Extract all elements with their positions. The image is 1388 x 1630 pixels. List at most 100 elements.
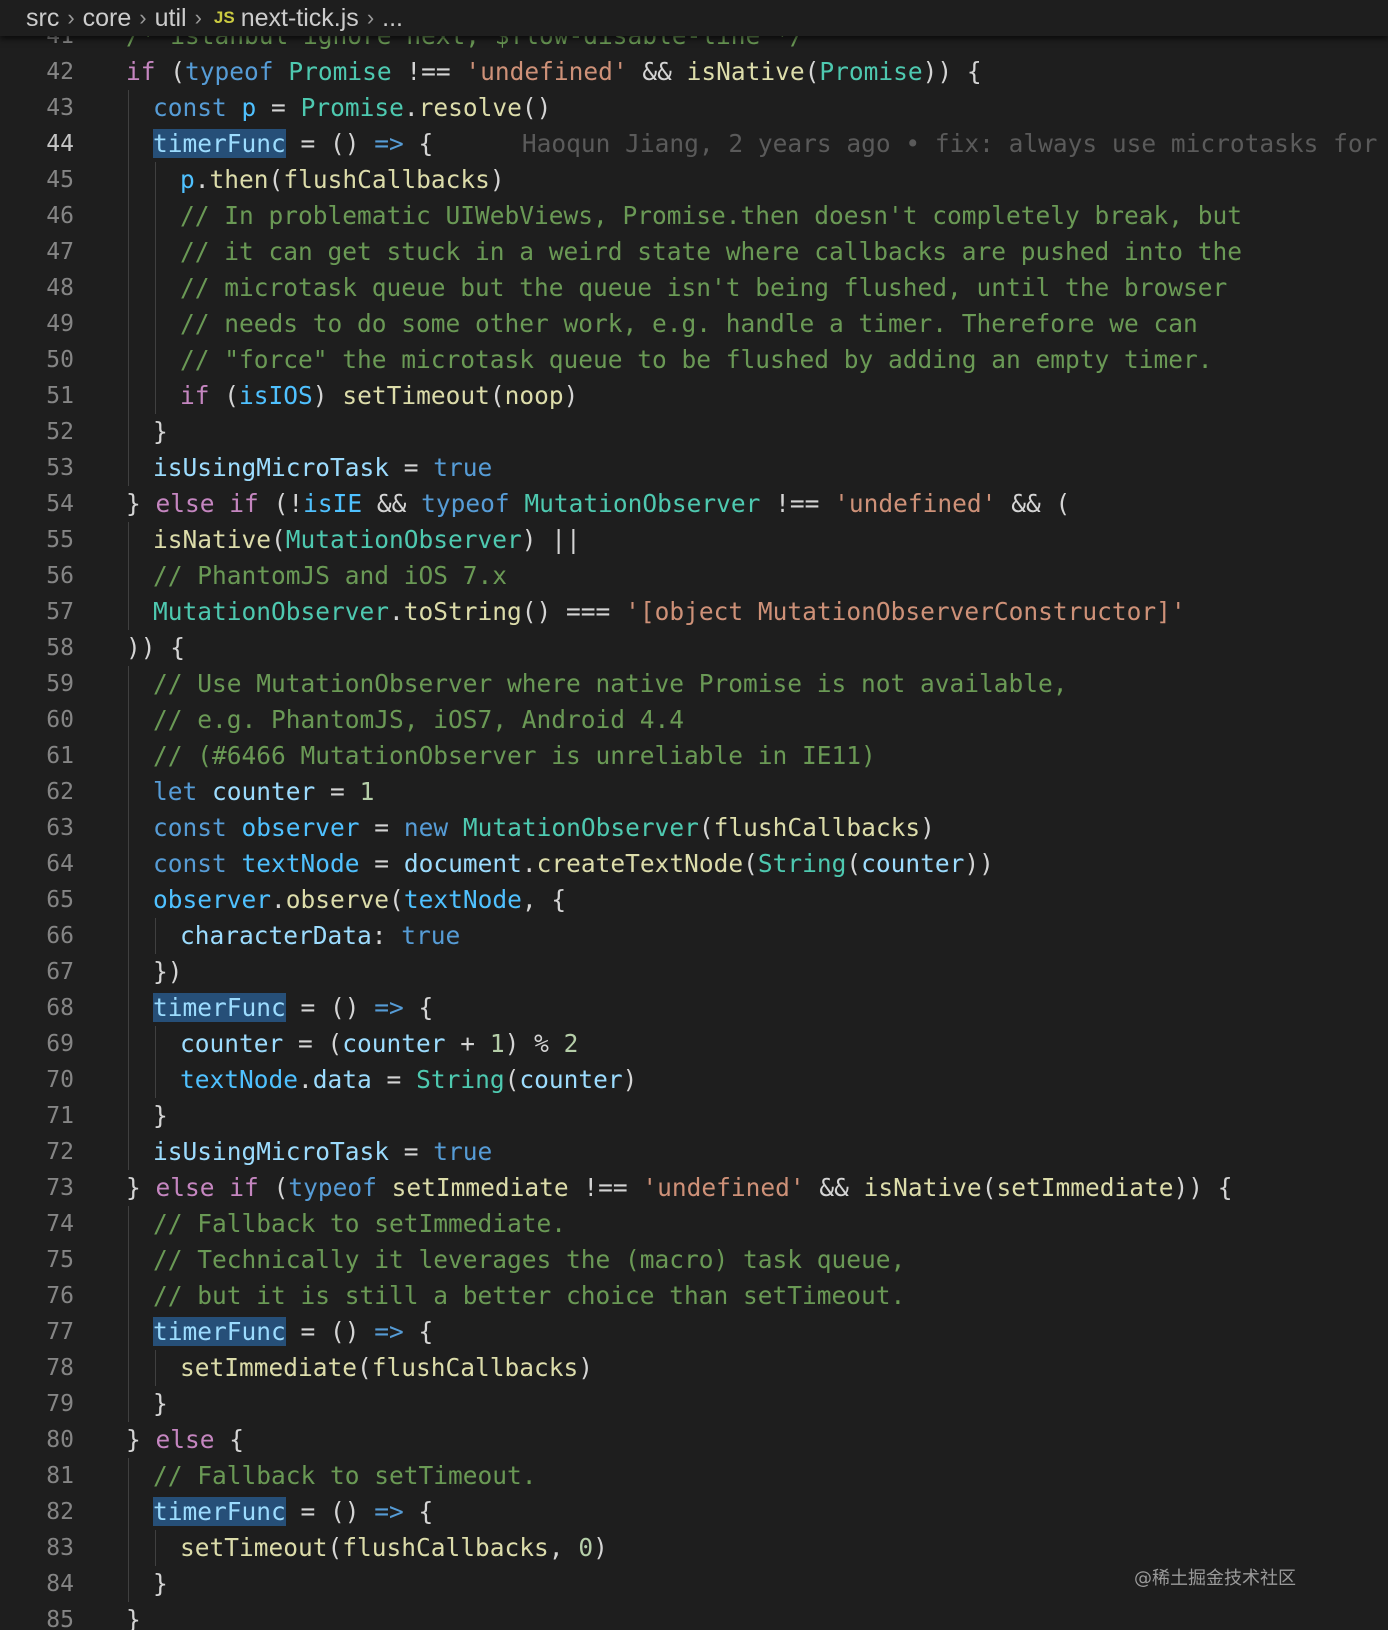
line-number[interactable]: 81 bbox=[0, 1458, 74, 1494]
code-line[interactable]: 63 const observer = new MutationObserver(… bbox=[0, 810, 1388, 846]
code-line[interactable]: 72 isUsingMicroTask = true bbox=[0, 1134, 1388, 1170]
line-number[interactable]: 78 bbox=[0, 1350, 74, 1386]
code-line[interactable]: 46 // In problematic UIWebViews, Promise.… bbox=[0, 198, 1388, 234]
line-number[interactable]: 51 bbox=[0, 378, 74, 414]
line-number[interactable]: 85 bbox=[0, 1602, 74, 1630]
code-line[interactable]: 55 isNative(MutationObserver) || bbox=[0, 522, 1388, 558]
line-number[interactable]: 71 bbox=[0, 1098, 74, 1134]
code-line[interactable]: 56 // PhantomJS and iOS 7.x bbox=[0, 558, 1388, 594]
code-editor[interactable]: 41/* istanbul ignore next, $flow-disable… bbox=[0, 18, 1388, 1630]
breadcrumb-item-util[interactable]: util bbox=[149, 4, 193, 33]
line-number[interactable]: 45 bbox=[0, 162, 74, 198]
line-number[interactable]: 52 bbox=[0, 414, 74, 450]
code-line[interactable]: 79} bbox=[0, 1386, 1388, 1422]
line-number[interactable]: 48 bbox=[0, 270, 74, 306]
code-line[interactable]: 44 timerFunc = () => { Haoqun Jiang, 2 ye… bbox=[0, 126, 1388, 162]
line-number[interactable]: 65 bbox=[0, 882, 74, 918]
breadcrumb-item-file[interactable]: next-tick.js bbox=[241, 4, 365, 33]
code-line[interactable]: 43 const p = Promise.resolve() bbox=[0, 90, 1388, 126]
indent-guide bbox=[128, 162, 129, 198]
line-number[interactable]: 69 bbox=[0, 1026, 74, 1062]
line-number[interactable]: 79 bbox=[0, 1386, 74, 1422]
line-number[interactable]: 76 bbox=[0, 1278, 74, 1314]
code-line[interactable]: 82 timerFunc = () => { bbox=[0, 1494, 1388, 1530]
code-line[interactable]: 85} bbox=[0, 1602, 1388, 1630]
code-line[interactable]: 83 setTimeout(flushCallbacks, 0) bbox=[0, 1530, 1388, 1566]
line-number[interactable]: 67 bbox=[0, 954, 74, 990]
line-number[interactable]: 74 bbox=[0, 1206, 74, 1242]
line-number[interactable]: 72 bbox=[0, 1134, 74, 1170]
line-number[interactable]: 61 bbox=[0, 738, 74, 774]
code-line[interactable]: 76 // but it is still a better choice tha… bbox=[0, 1278, 1388, 1314]
line-number[interactable]: 54 bbox=[0, 486, 74, 522]
breadcrumb-item-symbols[interactable]: ... bbox=[376, 4, 409, 33]
line-number[interactable]: 82 bbox=[0, 1494, 74, 1530]
line-number[interactable]: 56 bbox=[0, 558, 74, 594]
code-line[interactable]: 67}) bbox=[0, 954, 1388, 990]
code-line[interactable]: 62 let counter = 1 bbox=[0, 774, 1388, 810]
code-line[interactable]: 51 if (isIOS) setTimeout(noop) bbox=[0, 378, 1388, 414]
line-number[interactable]: 43 bbox=[0, 90, 74, 126]
line-number[interactable]: 55 bbox=[0, 522, 74, 558]
code-line[interactable]: 53 isUsingMicroTask = true bbox=[0, 450, 1388, 486]
code-line[interactable]: 68 timerFunc = () => { bbox=[0, 990, 1388, 1026]
line-number[interactable]: 73 bbox=[0, 1170, 74, 1206]
code-line[interactable]: 65 observer.observe(textNode, { bbox=[0, 882, 1388, 918]
line-number[interactable]: 58 bbox=[0, 630, 74, 666]
line-number[interactable]: 60 bbox=[0, 702, 74, 738]
line-number[interactable]: 84 bbox=[0, 1566, 74, 1602]
code-line[interactable]: 80} else { bbox=[0, 1422, 1388, 1458]
line-number[interactable]: 77 bbox=[0, 1314, 74, 1350]
code-line[interactable]: 42 if (typeof Promise !== 'undefined' && … bbox=[0, 54, 1388, 90]
code-line[interactable]: 78 setImmediate(flushCallbacks) bbox=[0, 1350, 1388, 1386]
line-number[interactable]: 63 bbox=[0, 810, 74, 846]
code-line[interactable]: 59 // Use MutationObserver where native P… bbox=[0, 666, 1388, 702]
code-line[interactable]: 48 // microtask queue but the queue isn't… bbox=[0, 270, 1388, 306]
code-line[interactable]: 54} else if (!isIE && typeof MutationObs… bbox=[0, 486, 1388, 522]
highlighted-token: timerFunc bbox=[153, 129, 286, 158]
code-line[interactable]: 77 timerFunc = () => { bbox=[0, 1314, 1388, 1350]
line-number[interactable]: 42 bbox=[0, 54, 74, 90]
line-number[interactable]: 47 bbox=[0, 234, 74, 270]
code-line[interactable]: 50 // "force" the microtask queue to be f… bbox=[0, 342, 1388, 378]
code-line[interactable]: 57 MutationObserver.toString() === '[obje… bbox=[0, 594, 1388, 630]
line-number[interactable]: 57 bbox=[0, 594, 74, 630]
line-number[interactable]: 80 bbox=[0, 1422, 74, 1458]
breadcrumb-item-core[interactable]: core bbox=[77, 4, 138, 33]
code-line[interactable]: 81 // Fallback to setTimeout. bbox=[0, 1458, 1388, 1494]
indent-guide bbox=[128, 1350, 129, 1386]
code-line[interactable]: 70 textNode.data = String(counter) bbox=[0, 1062, 1388, 1098]
code-line[interactable]: 74 // Fallback to setImmediate. bbox=[0, 1206, 1388, 1242]
code-line[interactable]: 45 p.then(flushCallbacks) bbox=[0, 162, 1388, 198]
line-number[interactable]: 44 bbox=[0, 126, 74, 162]
line-number[interactable]: 83 bbox=[0, 1530, 74, 1566]
git-blame-annotation[interactable]: Haoqun Jiang, 2 years ago • fix: always … bbox=[522, 129, 1388, 158]
line-number[interactable]: 49 bbox=[0, 306, 74, 342]
code-line[interactable]: 69 counter = (counter + 1) % 2 bbox=[0, 1026, 1388, 1062]
line-number[interactable]: 50 bbox=[0, 342, 74, 378]
code-line[interactable]: 73} else if (typeof setImmediate !== 'un… bbox=[0, 1170, 1388, 1206]
code-line[interactable]: 52} bbox=[0, 414, 1388, 450]
line-number[interactable]: 59 bbox=[0, 666, 74, 702]
code-line[interactable]: 60 // e.g. PhantomJS, iOS7, Android 4.4 bbox=[0, 702, 1388, 738]
code-line[interactable]: 64 const textNode = document.createTextNo… bbox=[0, 846, 1388, 882]
code-line[interactable]: 61 // (#6466 MutationObserver is unreliab… bbox=[0, 738, 1388, 774]
line-number[interactable]: 70 bbox=[0, 1062, 74, 1098]
line-number[interactable]: 46 bbox=[0, 198, 74, 234]
code-token: resolve bbox=[418, 93, 522, 122]
code-token: = bbox=[371, 1065, 417, 1094]
code-line[interactable]: 66 characterData: true bbox=[0, 918, 1388, 954]
breadcrumb-item-src[interactable]: src bbox=[0, 4, 65, 33]
line-number[interactable]: 66 bbox=[0, 918, 74, 954]
line-number[interactable]: 64 bbox=[0, 846, 74, 882]
code-line[interactable]: 49 // needs to do some other work, e.g. h… bbox=[0, 306, 1388, 342]
code-token: . bbox=[521, 849, 537, 878]
line-number[interactable]: 68 bbox=[0, 990, 74, 1026]
line-number[interactable]: 62 bbox=[0, 774, 74, 810]
code-line[interactable]: 58)) { bbox=[0, 630, 1388, 666]
line-number[interactable]: 75 bbox=[0, 1242, 74, 1278]
code-line[interactable]: 75 // Technically it leverages the (macro… bbox=[0, 1242, 1388, 1278]
line-number[interactable]: 53 bbox=[0, 450, 74, 486]
code-line[interactable]: 47 // it can get stuck in a weird state w… bbox=[0, 234, 1388, 270]
code-line[interactable]: 71} bbox=[0, 1098, 1388, 1134]
